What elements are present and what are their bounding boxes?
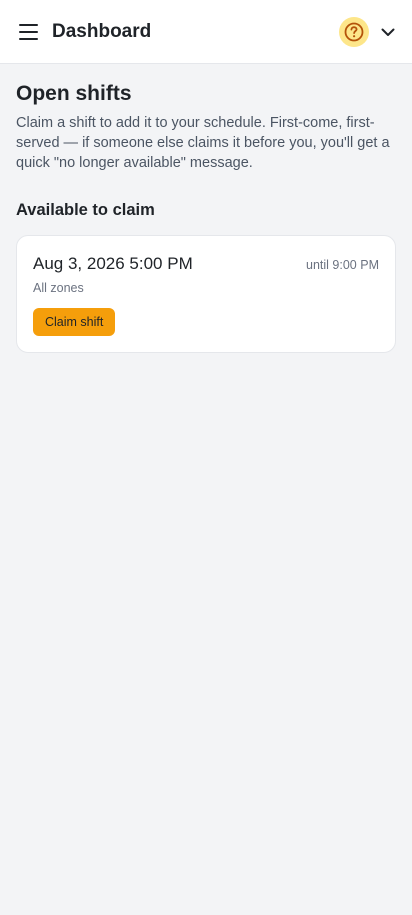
page-description: Claim a shift to add it to your schedule… (16, 115, 390, 171)
shift-start-time: Aug 3, 2026 5:00 PM (33, 254, 193, 273)
app-title: Dashboard (52, 21, 152, 42)
question-circle-icon (344, 22, 364, 42)
claim-shift-button[interactable]: Claim shift (33, 308, 116, 336)
main-content: Open shifts Claim a shift to add it to y… (16, 80, 396, 353)
shift-end-time: until 9:00 PM (306, 258, 379, 272)
shift-card: Aug 3, 2026 5:00 PM until 9:00 PM All zo… (16, 235, 396, 353)
chevron-down-icon[interactable] (378, 22, 398, 42)
shift-zone: All zones (33, 281, 84, 295)
page-title: Open shifts (16, 82, 132, 105)
section-title: Available to claim (16, 201, 155, 219)
help-button[interactable] (339, 17, 369, 47)
hamburger-menu-icon[interactable] (16, 20, 40, 44)
top-app-bar: Dashboard (0, 0, 412, 64)
